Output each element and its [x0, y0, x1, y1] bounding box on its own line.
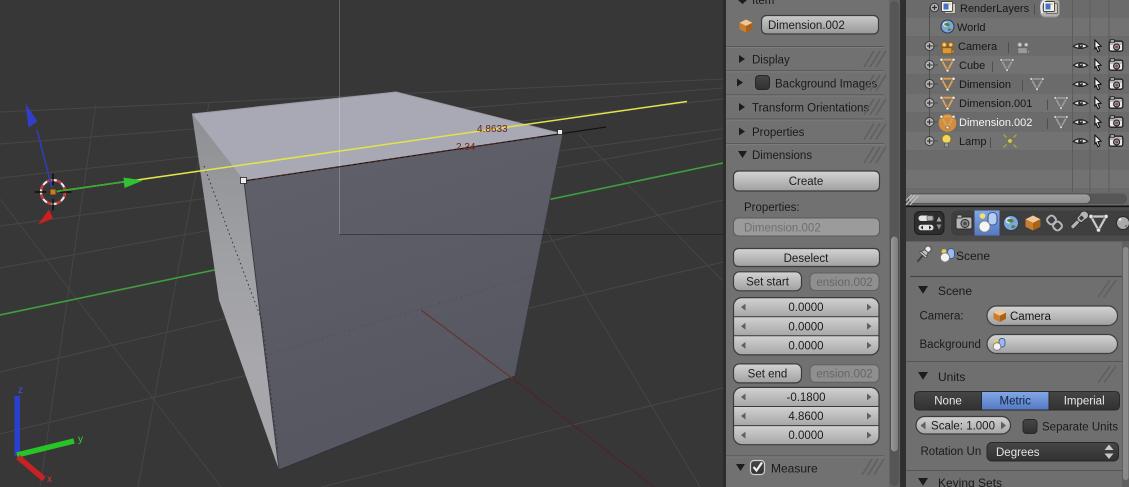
svg-text:Camera:: Camera:	[920, 311, 964, 323]
svg-text:Dimension.001: Dimension.001	[959, 98, 1032, 110]
svg-text:Dimension.002: Dimension.002	[744, 223, 821, 235]
svg-text:Scale: 1.000: Scale: 1.000	[931, 421, 995, 433]
svg-text:Metric: Metric	[1000, 396, 1032, 408]
svg-text:Display: Display	[752, 55, 790, 67]
svg-text:Background Images: Background Images	[775, 79, 878, 91]
svg-text:4.8633: 4.8633	[477, 124, 508, 135]
svg-text:2.34: 2.34	[456, 142, 476, 153]
svg-text:Set start: Set start	[746, 277, 790, 289]
svg-text:0.0000: 0.0000	[788, 302, 823, 314]
svg-text:Dimension.002: Dimension.002	[768, 20, 845, 32]
svg-text:Keying Sets: Keying Sets	[938, 476, 1002, 487]
svg-text:0.0000: 0.0000	[788, 430, 823, 442]
svg-text:Separate Units: Separate Units	[1042, 422, 1118, 434]
svg-text:y: y	[78, 434, 83, 445]
svg-text:Deselect: Deselect	[784, 253, 830, 265]
svg-text:z: z	[18, 385, 23, 396]
svg-text:Scene: Scene	[938, 284, 972, 298]
svg-text:|: |	[1007, 42, 1010, 54]
svg-text:0.0000: 0.0000	[788, 340, 823, 352]
svg-text:-0.1800: -0.1800	[786, 392, 825, 404]
svg-text:Units: Units	[938, 370, 965, 384]
svg-text:Item: Item	[752, 0, 774, 7]
svg-text:Background: Background	[920, 339, 981, 351]
svg-text:Measure: Measure	[771, 462, 818, 476]
svg-text:Dimension.002: Dimension.002	[959, 117, 1032, 129]
svg-text:Properties:: Properties:	[744, 202, 800, 214]
svg-text:Rotation Un: Rotation Un	[921, 446, 982, 458]
svg-text:x: x	[47, 474, 52, 485]
svg-text:RenderLayers: RenderLayers	[960, 3, 1030, 15]
svg-text:|: |	[1021, 80, 1024, 92]
svg-text:Dimensions: Dimensions	[752, 150, 812, 162]
svg-text:Dimension: Dimension	[959, 79, 1011, 91]
svg-text:Scene: Scene	[956, 249, 990, 263]
svg-text:Imperial: Imperial	[1064, 396, 1105, 408]
svg-text:Camera: Camera	[958, 41, 998, 53]
svg-text:Create: Create	[789, 176, 824, 188]
svg-text:0.0000: 0.0000	[788, 321, 823, 333]
svg-text:|: |	[991, 61, 994, 73]
svg-text:Lamp: Lamp	[959, 136, 987, 148]
svg-text:Properties: Properties	[752, 127, 805, 139]
svg-text:Set end: Set end	[748, 369, 788, 381]
svg-text:World: World	[957, 22, 986, 34]
svg-text:|: |	[989, 137, 992, 149]
svg-text:ension.002: ension.002	[816, 369, 872, 381]
svg-text:Cube: Cube	[959, 60, 985, 72]
svg-text:ension.002: ension.002	[816, 277, 872, 289]
svg-text:|: |	[1033, 4, 1036, 16]
svg-text:Degrees: Degrees	[996, 447, 1040, 459]
svg-text:Camera: Camera	[1010, 311, 1052, 323]
svg-text:Transform Orientations: Transform Orientations	[752, 103, 869, 115]
svg-text:4.8600: 4.8600	[788, 411, 823, 423]
svg-text:None: None	[934, 396, 962, 408]
svg-text:|: |	[1046, 118, 1049, 130]
svg-text:|: |	[1046, 99, 1049, 111]
